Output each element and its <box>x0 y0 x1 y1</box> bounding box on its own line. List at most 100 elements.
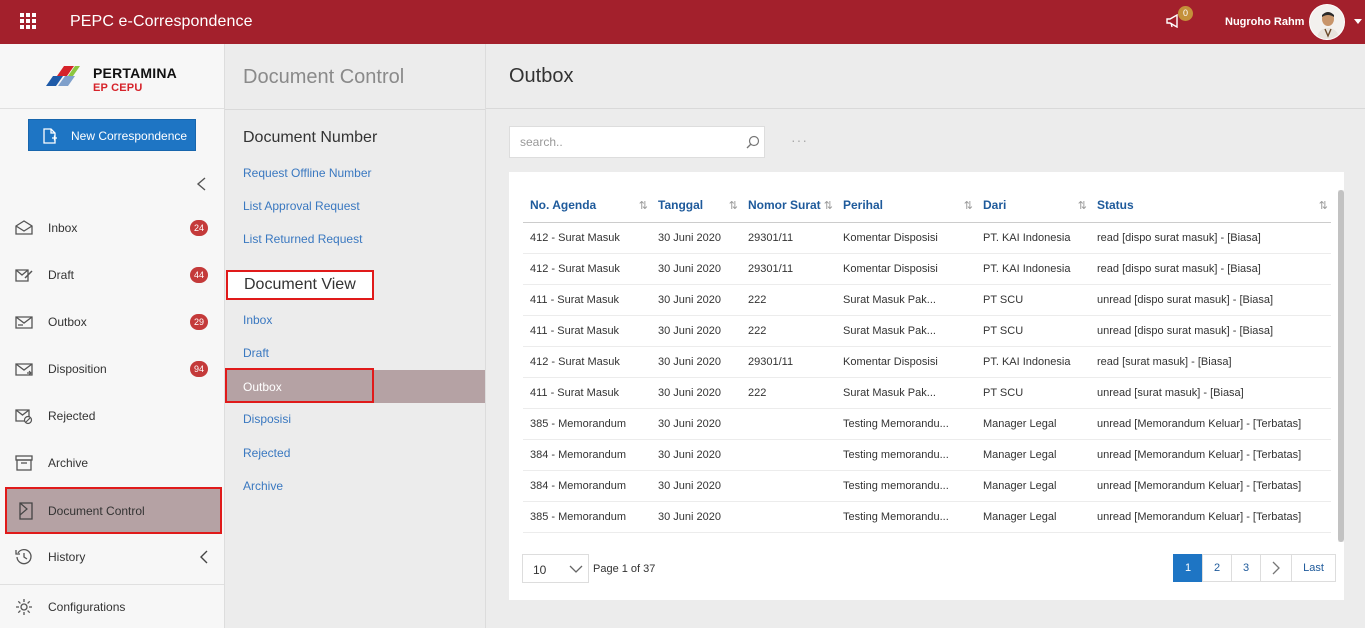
link-inbox[interactable]: Inbox <box>243 313 272 327</box>
page-button-3[interactable]: 3 <box>1231 554 1261 582</box>
sidebar: PERTAMINA EP CEPU New Correspondence Inb… <box>0 44 225 628</box>
rejected-icon <box>15 409 33 425</box>
document-control-panel: Document Control Document Number Request… <box>225 44 486 628</box>
table-row[interactable]: 412 - Surat Masuk 30 Juni 2020 29301/11 Kom… <box>523 253 1331 285</box>
count-badge: 29 <box>190 314 208 330</box>
disposition-icon <box>15 363 33 376</box>
outbox-icon <box>15 316 33 329</box>
table-row[interactable]: 411 - Surat Masuk 30 Juni 2020 222 Surat Ma… <box>523 284 1331 316</box>
table-header-row: No. Agenda ⇅ Tanggal ⇅ Nomor Surat ⇅ Periha… <box>523 188 1331 223</box>
link-archive[interactable]: Archive <box>243 479 283 493</box>
sidebar-item-rejected[interactable]: Rejected <box>0 396 224 436</box>
search-icon[interactable] <box>746 135 760 149</box>
table-row[interactable]: 384 - Memorandum 30 Juni 2020 Testing memo… <box>523 439 1331 471</box>
table-row[interactable]: 412 - Surat Masuk 30 Juni 2020 29301/11 Kom… <box>523 222 1331 254</box>
sidebar-item-label: Archive <box>48 456 89 470</box>
table-row[interactable]: 411 - Surat Masuk 30 Juni 2020 222 Surat Ma… <box>523 377 1331 409</box>
page-size-select[interactable]: 10 <box>522 554 589 583</box>
page-title: Outbox <box>509 65 574 87</box>
page-info: Page 1 of 37 <box>593 563 656 575</box>
scrollbar-thumb[interactable] <box>1338 190 1344 542</box>
sort-icon: ⇅ <box>728 200 738 212</box>
sidebar-item-label: Rejected <box>48 409 96 423</box>
table-row[interactable]: 385 - Memorandum 30 Juni 2020 Testing Memo… <box>523 408 1331 440</box>
pagination: 1 2 3 Last <box>1173 554 1336 582</box>
page-button-1[interactable]: 1 <box>1173 554 1203 582</box>
sidebar-item-draft[interactable]: Draft 44 <box>0 255 224 295</box>
sidebar-item-label: Configurations <box>48 600 126 614</box>
chevron-right-icon <box>1272 561 1280 575</box>
sidebar-item-outbox[interactable]: Outbox 29 <box>0 302 224 342</box>
sidebar-item-document-control[interactable]: Document Control <box>5 487 222 534</box>
avatar[interactable] <box>1309 4 1345 40</box>
sidebar-item-archive[interactable]: Archive <box>0 443 224 483</box>
link-list-approval-request[interactable]: List Approval Request <box>243 199 360 213</box>
gear-icon <box>16 599 32 615</box>
new-document-icon <box>43 128 57 144</box>
last-page-button[interactable]: Last <box>1291 554 1336 582</box>
sort-icon: ⇅ <box>823 200 833 212</box>
notification-badge: 0 <box>1178 6 1193 21</box>
link-rejected[interactable]: Rejected <box>243 446 290 460</box>
sidebar-item-configurations[interactable]: Configurations <box>0 587 224 627</box>
section-title-document-number: Document Number <box>243 129 378 146</box>
user-menu-caret-icon[interactable] <box>1354 19 1362 24</box>
panel-title: Document Control <box>243 66 405 88</box>
column-header-status[interactable]: Status ⇅ <box>1090 188 1331 223</box>
divider <box>0 584 224 585</box>
next-page-button[interactable] <box>1260 554 1292 582</box>
chevron-left-icon <box>196 177 206 191</box>
user-name[interactable]: Nugroho Rahm <box>1225 16 1304 28</box>
link-outbox-label: Outbox <box>243 380 282 394</box>
logo-name: PERTAMINA <box>93 65 177 81</box>
chevron-left-icon <box>200 550 208 564</box>
search-box <box>509 126 765 158</box>
collapse-sidebar-button[interactable] <box>194 176 210 192</box>
table-row[interactable]: 412 - Surat Masuk 30 Juni 2020 29301/11 Kom… <box>523 346 1331 378</box>
column-header-tanggal[interactable]: Tanggal ⇅ <box>651 188 741 223</box>
app-launcher-icon[interactable] <box>20 13 36 29</box>
panel-header: Document Control <box>225 44 485 110</box>
sort-icon: ⇅ <box>963 200 973 212</box>
sidebar-item-label: Draft <box>48 268 75 282</box>
link-disposisi[interactable]: Disposisi <box>243 412 291 426</box>
user-photo-icon <box>1310 5 1344 39</box>
history-icon <box>15 549 32 565</box>
table-row[interactable]: 384 - Memorandum 30 Juni 2020 Testing memo… <box>523 470 1331 502</box>
draft-icon <box>15 269 33 282</box>
table-row[interactable]: 411 - Surat Masuk 30 Juni 2020 222 Surat Ma… <box>523 315 1331 347</box>
column-header-perihal[interactable]: Perihal ⇅ <box>836 188 976 223</box>
link-outbox[interactable]: Outbox <box>225 368 485 403</box>
column-header-dari[interactable]: Dari ⇅ <box>976 188 1090 223</box>
logo-subtitle: EP CEPU <box>93 82 143 94</box>
pertamina-logo-icon <box>46 66 80 86</box>
inbox-icon <box>15 220 33 235</box>
search-input[interactable] <box>510 127 740 157</box>
logo: PERTAMINA EP CEPU <box>0 44 224 109</box>
page-size-value: 10 <box>533 563 547 577</box>
sidebar-item-inbox[interactable]: Inbox 24 <box>0 208 224 248</box>
column-header-no-agenda[interactable]: No. Agenda ⇅ <box>523 188 651 223</box>
sort-icon: ⇅ <box>1077 200 1087 212</box>
page-button-2[interactable]: 2 <box>1202 554 1232 582</box>
section-title-document-view: Document View <box>226 270 374 300</box>
count-badge: 44 <box>190 267 208 283</box>
sort-icon: ⇅ <box>638 200 648 212</box>
column-header-nomor-surat[interactable]: Nomor Surat ⇅ <box>741 188 836 223</box>
document-control-icon <box>19 502 33 520</box>
link-request-offline-number[interactable]: Request Offline Number <box>243 166 372 180</box>
sidebar-item-label: Disposition <box>48 362 107 376</box>
sidebar-item-history[interactable]: History <box>0 537 224 577</box>
link-list-returned-request[interactable]: List Returned Request <box>243 232 362 246</box>
sidebar-item-label: Inbox <box>48 221 78 235</box>
more-options-button[interactable]: ··· <box>791 132 808 148</box>
table-row[interactable]: 385 - Memorandum 30 Juni 2020 Testing Memo… <box>523 501 1331 533</box>
new-correspondence-button[interactable]: New Correspondence <box>28 119 196 151</box>
outbox-table-card: No. Agenda ⇅ Tanggal ⇅ Nomor Surat ⇅ Periha… <box>509 172 1344 600</box>
sidebar-item-disposition[interactable]: Disposition 94 <box>0 349 224 389</box>
count-badge: 24 <box>190 220 208 236</box>
notification-button[interactable]: 0 <box>1166 6 1193 34</box>
outbox-table: No. Agenda ⇅ Tanggal ⇅ Nomor Surat ⇅ Periha… <box>523 188 1331 533</box>
main-content: Outbox ··· No. Agenda⇅ Tanggal⇅ Nomor Su… <box>486 44 1365 628</box>
link-draft[interactable]: Draft <box>243 346 269 360</box>
